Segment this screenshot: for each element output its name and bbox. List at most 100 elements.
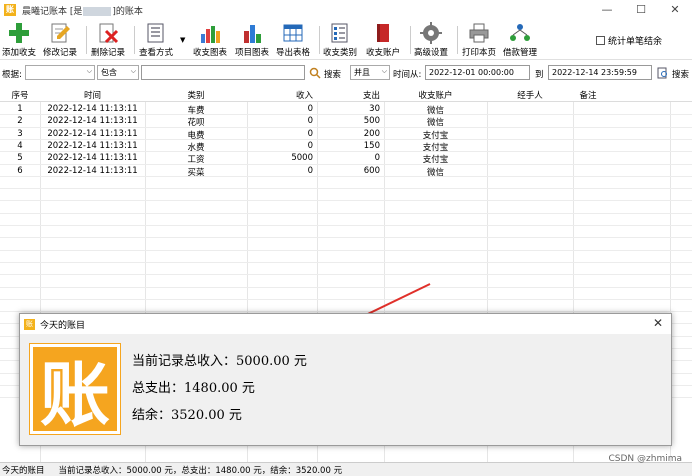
col-header-income[interactable]: 收入 bbox=[247, 89, 313, 101]
col-header-category[interactable]: 类别 bbox=[145, 89, 247, 101]
item-chart-button[interactable]: 项目图表 bbox=[235, 22, 269, 58]
chevron-down-icon: ⌵ bbox=[381, 67, 387, 75]
cell-account: 支付宝 bbox=[422, 155, 449, 166]
stat-single-checkbox[interactable]: 统计单笔结余 bbox=[595, 34, 662, 47]
time-from-value: 2022-12-01 00:00:00 bbox=[429, 68, 514, 77]
dialog-title: 今天的账目 bbox=[40, 320, 86, 331]
cell-account: 微信 bbox=[426, 167, 444, 178]
ledger-logo: 账 bbox=[29, 343, 121, 436]
cell-income: 0 bbox=[307, 140, 313, 151]
toolbar-separator bbox=[86, 26, 87, 54]
income-chart-button[interactable]: 收支图表 bbox=[193, 22, 227, 58]
minimize-button[interactable]: — bbox=[590, 0, 624, 20]
col-header-handler[interactable]: 经手人 bbox=[487, 89, 573, 101]
cell-income: 5000 bbox=[291, 153, 313, 164]
toolbar: 添加收支 修改记录 删除记录 查看方式 ▼ 收支图表 项目图表 导出表格 收支类… bbox=[0, 20, 692, 60]
search-doc-icon[interactable] bbox=[657, 67, 669, 79]
table-row[interactable]: 6 2022-12-14 11:13:11 买菜 0 600 微信 bbox=[0, 165, 692, 178]
cell-time: 2022-12-14 11:13:11 bbox=[47, 116, 138, 127]
gear-icon bbox=[420, 22, 442, 44]
time-from-label: 时间从: bbox=[393, 70, 422, 80]
cell-category: 工资 bbox=[187, 155, 205, 166]
loan-label: 借款管理 bbox=[503, 48, 538, 58]
edit-icon bbox=[51, 23, 70, 43]
basis-select[interactable]: ⌵ bbox=[25, 65, 95, 80]
settings-button[interactable]: 高级设置 bbox=[414, 22, 448, 58]
col-header-index[interactable]: 序号 bbox=[0, 89, 40, 101]
filter-bar: 根据: ⌵ 包含 ⌵ 搜索 并且 ⌵ 时间从: 2022-12-01 00:00:0… bbox=[0, 62, 692, 84]
print-label: 打印本页 bbox=[462, 48, 497, 58]
toolbar-separator bbox=[457, 26, 458, 54]
cell-index: 4 bbox=[17, 140, 23, 151]
cell-expense: 150 bbox=[363, 140, 380, 151]
delete-icon bbox=[99, 23, 119, 44]
title-bar: 账 晨曦记账本 [是]的账本 — ☐ ✕ bbox=[0, 0, 692, 20]
table-row[interactable]: 3 2022-12-14 11:13:11 电费 0 200 支付宝 bbox=[0, 128, 692, 141]
checkbox-box[interactable] bbox=[595, 36, 605, 45]
edit-record-button[interactable]: 修改记录 bbox=[43, 22, 77, 58]
category-button[interactable]: 收支类别 bbox=[323, 22, 357, 58]
cell-account: 微信 bbox=[426, 106, 444, 116]
add-record-button[interactable]: 添加收支 bbox=[2, 22, 36, 58]
export-table-button[interactable]: 导出表格 bbox=[276, 22, 310, 58]
account-button[interactable]: 收支账户 bbox=[366, 22, 400, 58]
search-icon[interactable] bbox=[309, 67, 321, 79]
book-icon bbox=[377, 24, 389, 42]
people-network-icon bbox=[510, 24, 530, 41]
add-record-label: 添加收支 bbox=[2, 48, 37, 58]
col-header-time[interactable]: 时间 bbox=[40, 89, 145, 101]
table-row[interactable]: 5 2022-12-14 11:13:11 工资 5000 0 支付宝 bbox=[0, 152, 692, 166]
time-from-picker[interactable]: 2022-12-01 00:00:00 bbox=[425, 65, 530, 80]
toolbar-separator bbox=[410, 26, 411, 54]
dialog-close-button[interactable]: ✕ bbox=[653, 316, 663, 330]
window-title: 晨曦记账本 [是]的账本 bbox=[22, 4, 143, 17]
cell-expense: 500 bbox=[363, 116, 380, 127]
cell-category: 车费 bbox=[187, 106, 205, 116]
cell-income: 0 bbox=[307, 165, 313, 176]
view-mode-label: 查看方式 bbox=[139, 48, 174, 58]
cell-index: 3 bbox=[17, 128, 23, 139]
contain-value: 包含 bbox=[101, 68, 117, 77]
delete-record-button[interactable]: 删除记录 bbox=[91, 22, 125, 58]
cell-income: 0 bbox=[307, 104, 313, 114]
bar-chart-icon bbox=[201, 26, 220, 43]
cell-category: 花呗 bbox=[187, 118, 205, 129]
table-row[interactable]: 1 2022-12-14 11:13:11 车费 0 30 微信 bbox=[0, 103, 692, 116]
cell-index: 2 bbox=[17, 116, 23, 127]
cell-category: 买菜 bbox=[187, 167, 205, 178]
table-row[interactable]: 4 2022-12-14 11:13:11 水费 0 150 支付宝 bbox=[0, 140, 692, 153]
search-button[interactable]: 搜索 bbox=[324, 68, 341, 80]
time-to-picker[interactable]: 2022-12-14 23:59:59 bbox=[548, 65, 652, 80]
table-row[interactable]: 2 2022-12-14 11:13:11 花呗 0 500 微信 bbox=[0, 115, 692, 129]
status-left: 今天的账目 bbox=[2, 465, 45, 476]
balance-text: 结余：3520.00 元 bbox=[132, 408, 242, 423]
col-header-account[interactable]: 收支账户 bbox=[384, 89, 487, 101]
status-bar: 今天的账目 当前记录总收入：5000.00 元，总支出：1480.00 元，结余… bbox=[0, 462, 692, 476]
close-button[interactable]: ✕ bbox=[658, 0, 692, 20]
table-icon bbox=[283, 24, 303, 42]
cell-index: 5 bbox=[17, 153, 23, 164]
search-time-button[interactable]: 搜索 bbox=[672, 68, 689, 80]
column-chart-icon bbox=[244, 25, 261, 43]
loan-button[interactable]: 借款管理 bbox=[503, 22, 537, 58]
cell-expense: 0 bbox=[374, 153, 380, 164]
time-to-value: 2022-12-14 23:59:59 bbox=[552, 68, 637, 77]
watermark: CSDN @zhmima bbox=[608, 454, 683, 464]
print-button[interactable]: 打印本页 bbox=[462, 22, 496, 58]
app-logo-icon: 账 bbox=[24, 318, 35, 330]
logic-select[interactable]: 并且 ⌵ bbox=[350, 65, 390, 80]
view-mode-dropdown-icon[interactable]: ▼ bbox=[180, 36, 185, 44]
category-label: 收支类别 bbox=[323, 48, 358, 58]
edit-record-label: 修改记录 bbox=[43, 48, 78, 58]
cell-expense: 600 bbox=[363, 165, 380, 176]
view-mode-button[interactable]: 查看方式 bbox=[139, 22, 173, 58]
col-header-note[interactable]: 备注 bbox=[573, 89, 603, 101]
maximize-button[interactable]: ☐ bbox=[624, 0, 658, 20]
keyword-input[interactable] bbox=[141, 65, 305, 80]
cell-expense: 30 bbox=[369, 104, 380, 114]
dialog-titlebar: 账 今天的账目 ✕ bbox=[20, 314, 671, 334]
stat-single-label: 统计单笔结余 bbox=[607, 37, 662, 47]
contain-select[interactable]: 包含 ⌵ bbox=[97, 65, 139, 80]
cell-account: 支付宝 bbox=[422, 142, 449, 153]
col-header-expense[interactable]: 支出 bbox=[317, 89, 380, 101]
